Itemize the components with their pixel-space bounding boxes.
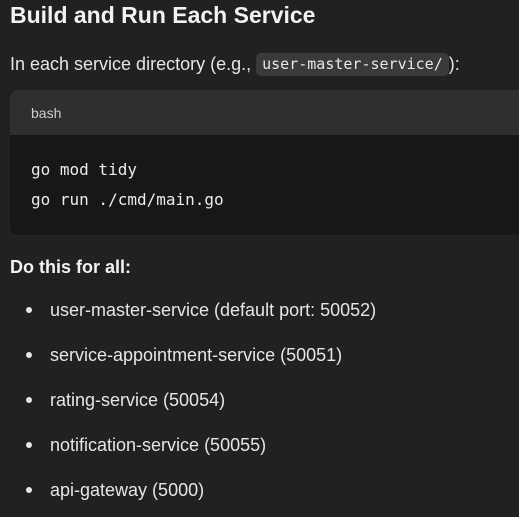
bullet-icon <box>26 307 32 313</box>
bullet-icon <box>26 442 32 448</box>
inline-code-directory: user-master-service/ <box>256 53 449 76</box>
code-line: go mod tidy <box>31 160 137 179</box>
services-heading: Do this for all: <box>10 257 131 277</box>
section-heading: Build and Run Each Service <box>10 2 316 28</box>
code-line: go run ./cmd/main.go <box>31 190 224 209</box>
code-language-label: bash <box>31 104 62 121</box>
list-item-text: api-gateway (5000) <box>50 480 205 500</box>
intro-text-suffix: ): <box>448 54 460 74</box>
list-item-text: service-appointment-service (50051) <box>50 345 343 365</box>
bullet-icon <box>26 487 32 493</box>
code-block-body[interactable]: go mod tidy go run ./cmd/main.go <box>10 135 519 215</box>
code-block: bash go mod tidy go run ./cmd/main.go <box>10 90 519 235</box>
list-item-text: rating-service (50054) <box>50 390 226 410</box>
chat-message-content: Build and Run Each Service In each servi… <box>0 0 519 517</box>
bullet-icon <box>26 397 32 403</box>
list-item-text: user-master-service (default port: 50052… <box>50 300 377 320</box>
intro-text-prefix: In each service directory (e.g., <box>10 54 257 74</box>
bullet-icon <box>26 352 32 358</box>
code-block-header: bash <box>10 90 519 135</box>
list-item-text: notification-service (50055) <box>50 435 267 455</box>
intro-paragraph: In each service directory (e.g., user-ma… <box>10 51 460 77</box>
